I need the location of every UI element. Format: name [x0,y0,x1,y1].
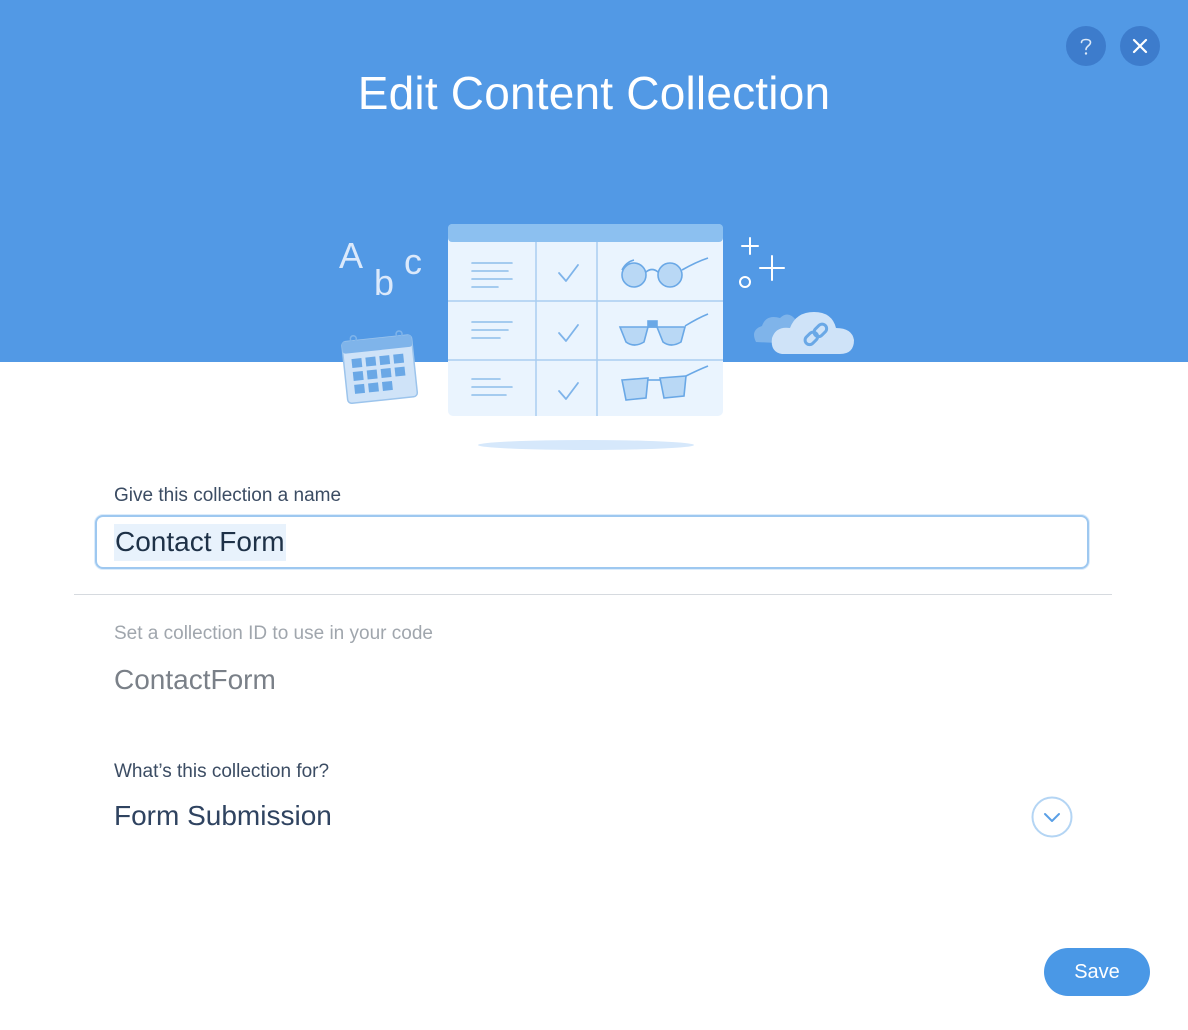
collection-name-value[interactable]: Contact Form [114,523,286,561]
letter-a: A [339,235,363,276]
edit-collection-dialog: Edit Content Collection A b c Give this … [0,0,1188,1030]
question-mark-icon [1080,38,1092,55]
letter-b: b [374,262,394,303]
collection-name-input[interactable]: Contact Form [95,515,1089,569]
collection-id-value[interactable]: ContactForm [114,664,276,696]
section-divider [74,594,1112,595]
close-button[interactable] [1120,26,1160,66]
collection-illustration: A b c [330,218,870,458]
purpose-field-label: What’s this collection for? [114,761,330,782]
letter-c: c [404,241,422,282]
close-x-icon [1132,38,1148,54]
name-field-label: Give this collection a name [114,485,342,506]
cloud-link-icon [754,312,854,354]
table-icon [448,224,723,450]
abc-letters-icon: A b c [339,235,422,303]
dialog-title: Edit Content Collection [357,67,831,119]
calendar-icon [341,330,419,405]
purpose-select-value[interactable]: Form Submission [114,800,332,832]
help-button[interactable] [1066,26,1106,66]
chevron-down-icon [1031,796,1073,838]
plus-icon [739,237,785,288]
collection-id-label: Set a collection ID to use in your code [114,623,433,644]
save-button[interactable]: Save [1044,948,1150,996]
purpose-dropdown-button[interactable] [1031,796,1073,838]
